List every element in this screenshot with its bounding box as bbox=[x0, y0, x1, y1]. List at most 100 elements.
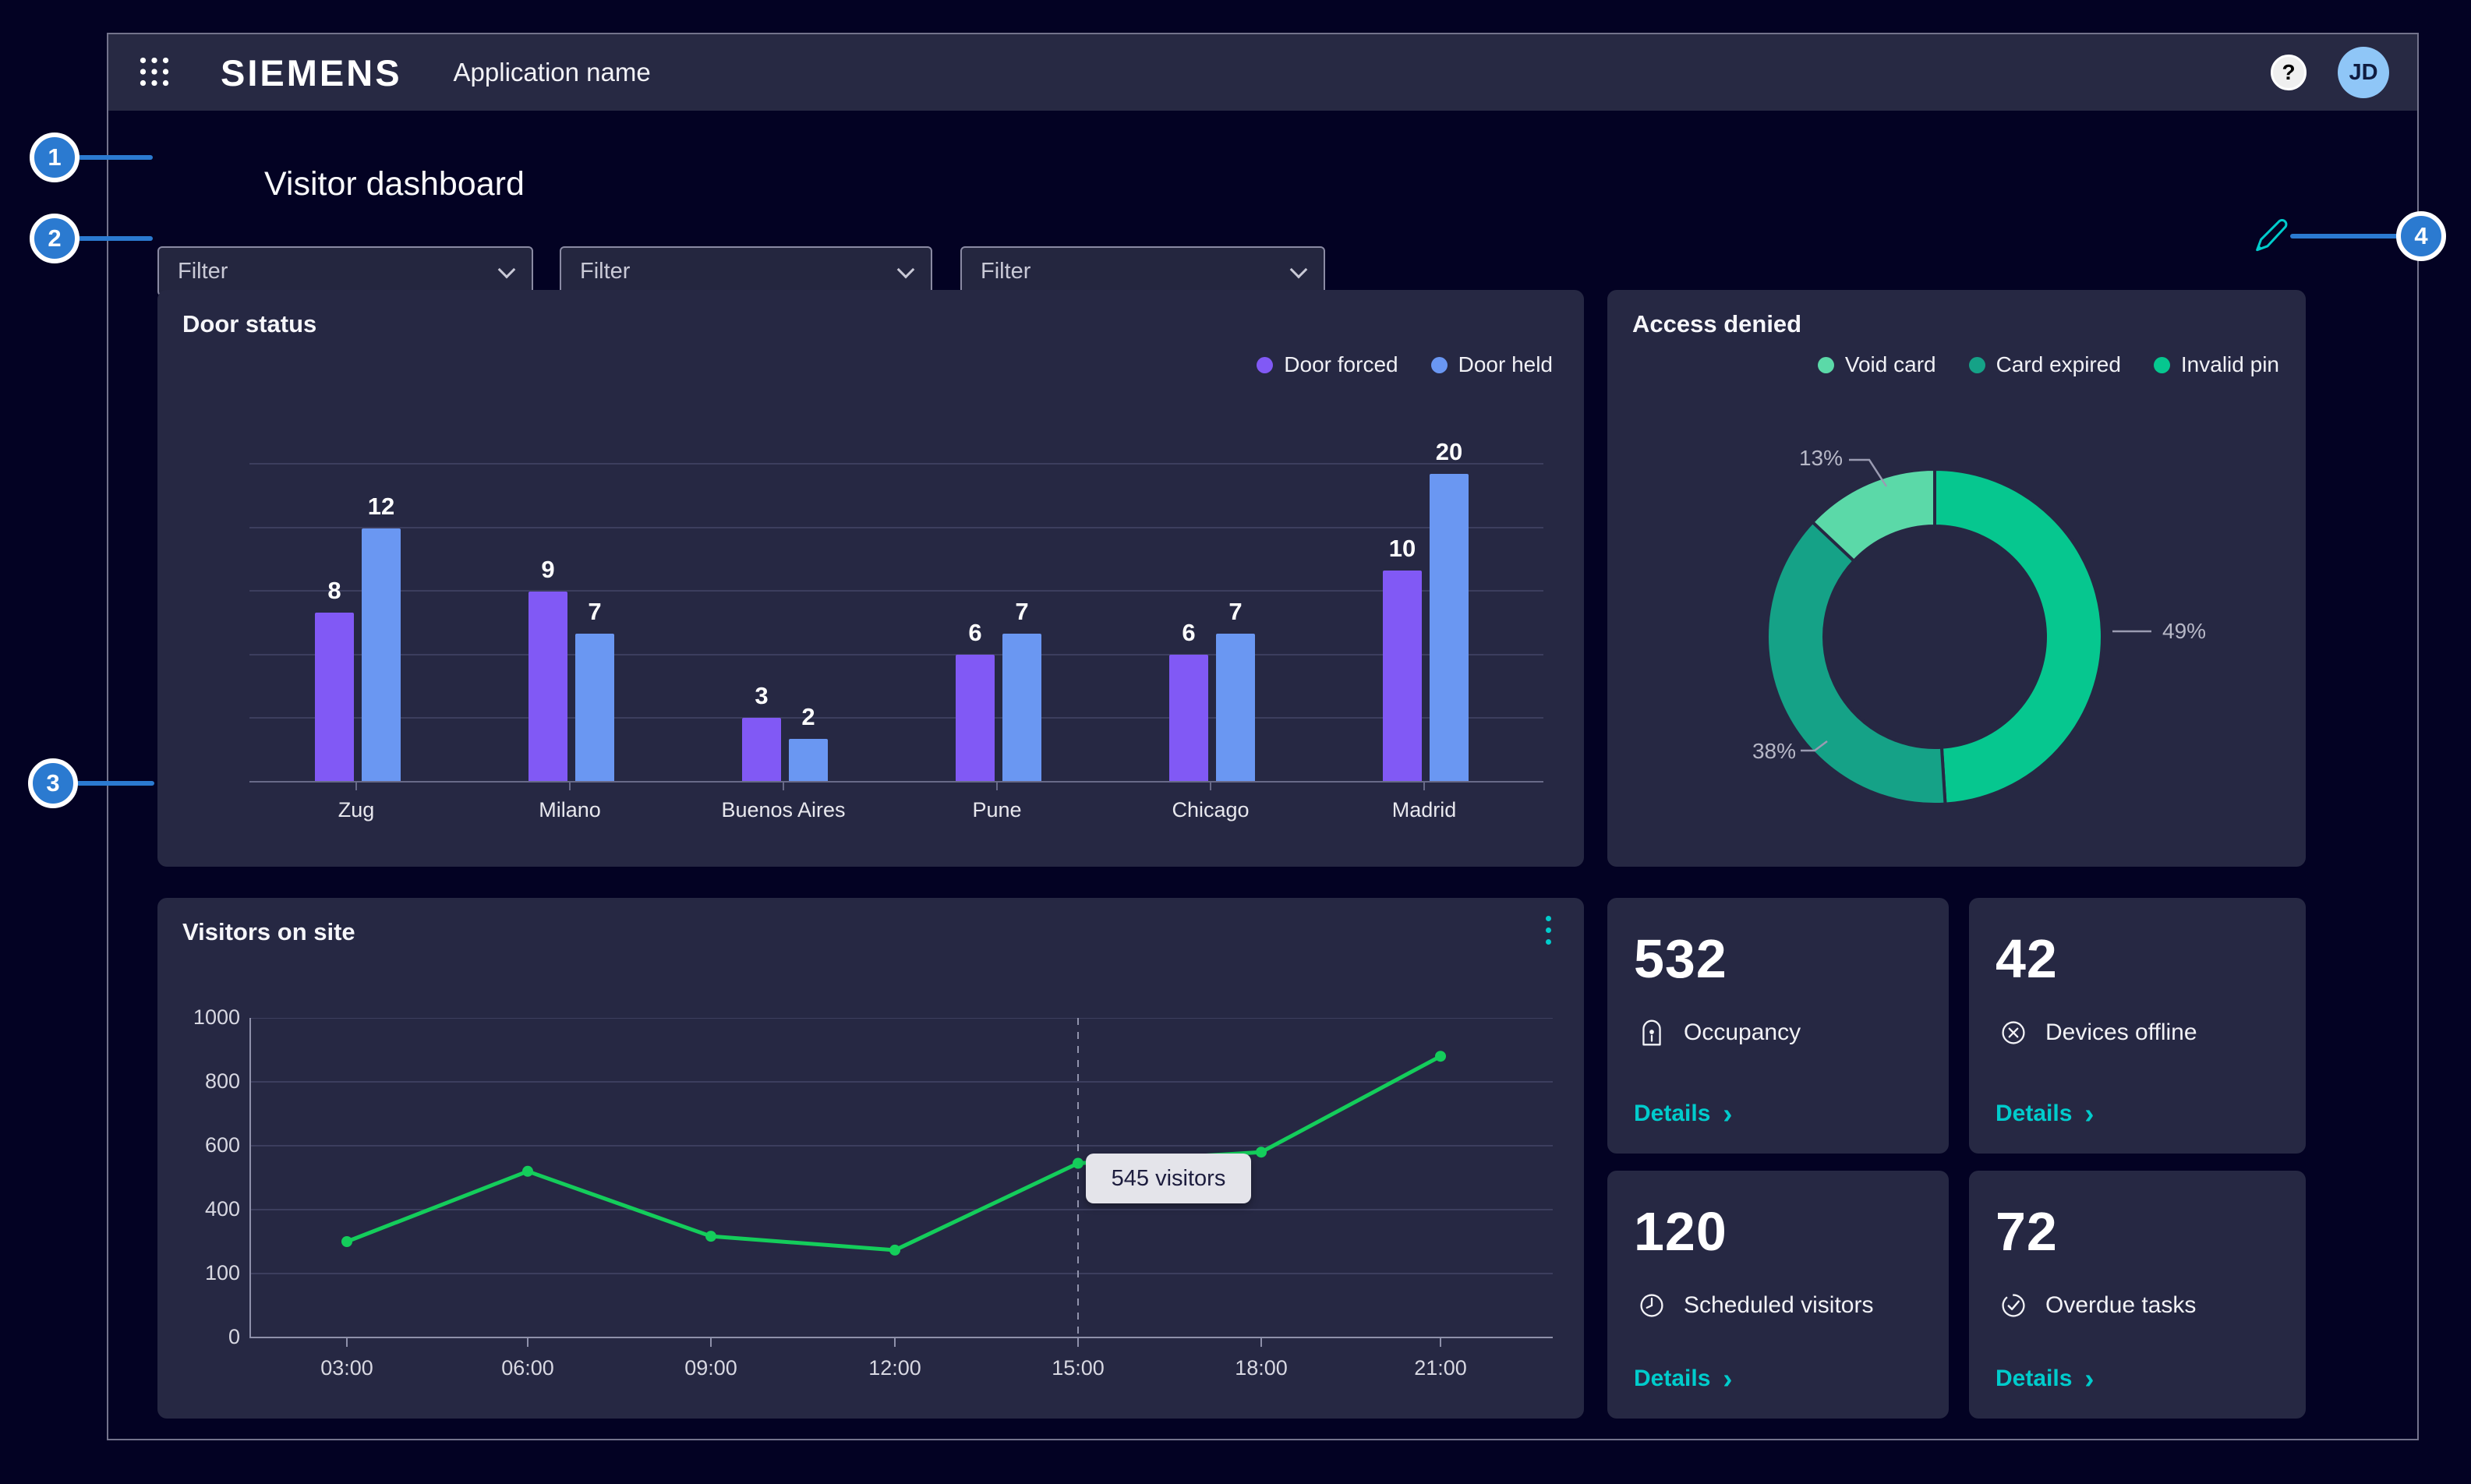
bar-door-held bbox=[575, 634, 614, 781]
bar-door-held bbox=[1216, 634, 1255, 781]
legend-label: Door held bbox=[1458, 352, 1553, 377]
access-denied-card: Access denied Void card Card expired Inv… bbox=[1607, 290, 2306, 867]
y-tick-label: 100 bbox=[168, 1261, 240, 1285]
bar-value-label: 8 bbox=[307, 577, 362, 605]
chart-tooltip: 545 visitors bbox=[1086, 1154, 1251, 1203]
card-menu-button[interactable] bbox=[1532, 915, 1564, 952]
grid-icon bbox=[136, 54, 172, 90]
slice-label-void-card: 13% bbox=[1782, 446, 1843, 471]
grid-line bbox=[249, 463, 1543, 465]
kpi-value: 42 bbox=[1996, 928, 2058, 990]
x-tick-label: 06:00 bbox=[465, 1356, 590, 1380]
application-name: Application name bbox=[454, 58, 651, 87]
y-tick-label: 1000 bbox=[168, 1005, 240, 1030]
app-window: SIEMENS Application name ? JD Visitor da… bbox=[107, 33, 2419, 1440]
legend-dot bbox=[1431, 357, 1448, 373]
details-link[interactable]: Details› bbox=[1996, 1366, 2094, 1392]
chevron-right-icon: › bbox=[1723, 1102, 1732, 1125]
bar-value-label: 12 bbox=[354, 493, 408, 521]
line-chart-plot bbox=[249, 1018, 1559, 1357]
category-label: Buenos Aires bbox=[698, 798, 869, 822]
bar-door-forced bbox=[528, 592, 567, 781]
visitor-dashboard-screen: SIEMENS Application name ? JD Visitor da… bbox=[0, 0, 2471, 1484]
annotation-1: 1 bbox=[30, 132, 80, 182]
bar-door-held bbox=[789, 739, 828, 781]
slice-label-invalid-pin: 49% bbox=[2162, 619, 2206, 644]
card-title: Visitors on site bbox=[182, 918, 355, 946]
app-launcher-button[interactable] bbox=[136, 54, 172, 92]
bar-door-forced bbox=[1383, 571, 1422, 781]
kpi-value: 72 bbox=[1996, 1200, 2058, 1263]
bar-door-forced bbox=[315, 613, 354, 781]
bar-door-held bbox=[362, 528, 401, 781]
visitors-on-site-card: Visitors on site 01004006008001000 03:00… bbox=[157, 898, 1584, 1419]
chevron-right-icon: › bbox=[2084, 1102, 2094, 1125]
filter-select-2[interactable]: Filter bbox=[560, 246, 932, 296]
category-label: Milano bbox=[484, 798, 656, 822]
y-tick-label: 600 bbox=[168, 1133, 240, 1157]
x-tick-label: 09:00 bbox=[649, 1356, 773, 1380]
question-mark-icon: ? bbox=[2282, 60, 2295, 85]
occupancy-icon bbox=[1634, 1015, 1670, 1051]
details-link[interactable]: Details› bbox=[1996, 1101, 2094, 1127]
chevron-down-icon bbox=[1290, 261, 1308, 279]
bar-door-held bbox=[1430, 474, 1469, 781]
clock-icon bbox=[1634, 1288, 1670, 1323]
kpi-label-text: Overdue tasks bbox=[2045, 1292, 2196, 1319]
kpi-value: 120 bbox=[1634, 1200, 1727, 1263]
bar-door-forced bbox=[742, 718, 781, 781]
bar-value-label: 2 bbox=[781, 703, 836, 731]
door-status-card: Door status Door forced Door held 8 12 Zug… bbox=[157, 290, 1584, 867]
pencil-icon bbox=[2250, 214, 2293, 257]
legend-item: Door held bbox=[1431, 352, 1553, 377]
x-tick-label: 03:00 bbox=[285, 1356, 409, 1380]
kpi-card-scheduled-visitors: 120 Scheduled visitors Details› bbox=[1607, 1171, 1949, 1419]
card-title: Door status bbox=[182, 310, 316, 338]
annotation-4: 4 bbox=[2396, 211, 2446, 261]
legend-item: Door forced bbox=[1257, 352, 1398, 377]
task-check-icon bbox=[1996, 1288, 2031, 1323]
donut-slice-invalid-pin bbox=[1935, 469, 2102, 804]
donut-chart bbox=[1607, 290, 2306, 867]
bar-value-label: 7 bbox=[1208, 598, 1263, 626]
bar-door-forced bbox=[956, 655, 995, 781]
category-label: Chicago bbox=[1125, 798, 1296, 822]
help-button[interactable]: ? bbox=[2271, 55, 2307, 90]
kpi-label-text: Scheduled visitors bbox=[1684, 1292, 1873, 1319]
kpi-card-occupancy: 532 Occupancy Details› bbox=[1607, 898, 1949, 1154]
axis-tick bbox=[996, 781, 998, 790]
details-link[interactable]: Details› bbox=[1634, 1366, 1732, 1392]
kpi-card-overdue-tasks: 72 Overdue tasks Details› bbox=[1969, 1171, 2306, 1419]
filter-label: Filter bbox=[178, 259, 228, 284]
edit-dashboard-button[interactable] bbox=[2250, 214, 2293, 257]
user-avatar[interactable]: JD bbox=[2338, 47, 2389, 98]
annotation-2: 2 bbox=[30, 214, 80, 263]
legend-dot bbox=[1257, 357, 1273, 373]
chevron-right-icon: › bbox=[1723, 1367, 1732, 1390]
x-tick-label: 21:00 bbox=[1378, 1356, 1503, 1380]
annotation-1-line bbox=[78, 155, 153, 160]
slice-label-card-expired: 38% bbox=[1735, 739, 1796, 764]
category-label: Madrid bbox=[1338, 798, 1510, 822]
door-status-legend: Door forced Door held bbox=[1257, 352, 1553, 377]
kpi-label-text: Occupancy bbox=[1684, 1019, 1801, 1046]
bar-door-held bbox=[1002, 634, 1041, 781]
annotation-3: 3 bbox=[28, 758, 78, 808]
grid-line bbox=[249, 590, 1543, 592]
chevron-down-icon bbox=[498, 261, 516, 279]
siemens-logo: SIEMENS bbox=[221, 51, 402, 94]
bar-chart-plot: 812Zug97Milano32Buenos Aires67Pune67Chic… bbox=[249, 463, 1543, 783]
annotation-2-line bbox=[78, 236, 153, 241]
details-link[interactable]: Details› bbox=[1634, 1101, 1732, 1127]
bar-value-label: 20 bbox=[1422, 438, 1476, 466]
x-tick-label: 12:00 bbox=[833, 1356, 957, 1380]
filter-select-3[interactable]: Filter bbox=[960, 246, 1325, 296]
grid-line bbox=[249, 717, 1543, 719]
bar-value-label: 10 bbox=[1375, 535, 1430, 563]
kpi-value: 532 bbox=[1634, 928, 1727, 990]
bar-value-label: 7 bbox=[995, 598, 1049, 626]
page-title: Visitor dashboard bbox=[264, 165, 525, 203]
app-header: SIEMENS Application name ? JD bbox=[108, 34, 2417, 111]
category-label: Zug bbox=[270, 798, 442, 822]
filter-select-1[interactable]: Filter bbox=[157, 246, 533, 296]
